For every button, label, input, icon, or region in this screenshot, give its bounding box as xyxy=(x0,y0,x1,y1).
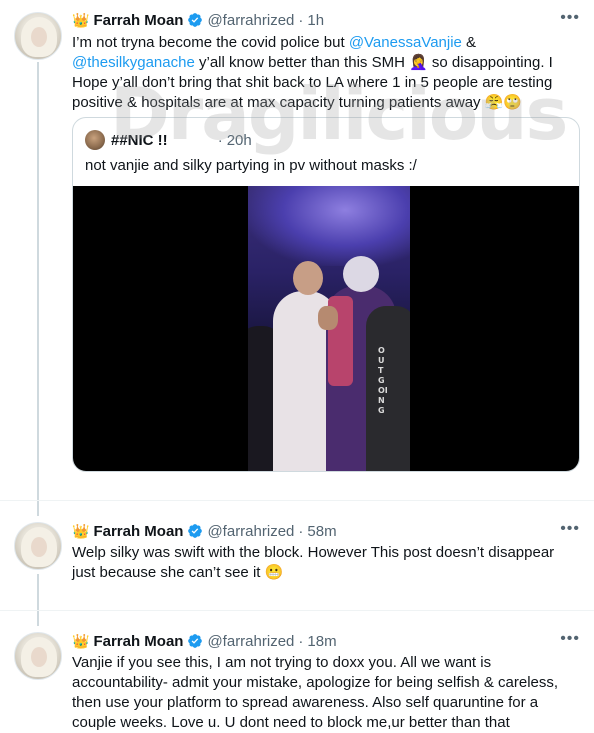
tweet-text: Vanjie if you see this, I am not trying … xyxy=(72,654,559,731)
handle[interactable]: @farrahrized xyxy=(207,523,294,540)
crown-icon: 👑 xyxy=(72,11,90,28)
crown-icon: 👑 xyxy=(72,522,90,539)
quoted-display-name: ##NIC !! xyxy=(111,131,168,149)
quoted-timestamp: 20h xyxy=(226,131,252,149)
avatar[interactable] xyxy=(14,632,62,680)
quoted-tweet-header: ##NIC !! · 20h xyxy=(85,130,252,150)
timestamp[interactable]: 1h xyxy=(307,12,324,29)
handle[interactable]: @farrahrized xyxy=(207,12,294,29)
tweet[interactable]: 👑 Farrah Moan @farrahrized · 18m ••• Van… xyxy=(0,610,594,733)
tweet-text: Welp silky was swift with the block. How… xyxy=(72,544,555,581)
tweet-header: 👑 Farrah Moan @farrahrized · 18m xyxy=(72,631,337,651)
quoted-tweet-text: not vanjie and silky partying in pv with… xyxy=(85,157,417,174)
avatar[interactable] xyxy=(14,522,62,570)
verified-icon xyxy=(188,524,203,538)
tweet[interactable]: 👑 Farrah Moan @farrahrized · 58m ••• Wel… xyxy=(0,500,594,610)
handle[interactable]: @farrahrized xyxy=(207,633,294,650)
video-frame: OUTGOING xyxy=(248,186,410,471)
separator-dot: · xyxy=(298,522,304,540)
video-player[interactable]: OUTGOING xyxy=(73,186,579,471)
avatar[interactable] xyxy=(14,12,62,60)
verified-icon xyxy=(188,13,203,27)
quoted-avatar xyxy=(85,130,105,150)
tweet-header: 👑 Farrah Moan @farrahrized · 58m xyxy=(72,521,337,541)
crown-icon: 👑 xyxy=(72,632,90,649)
verified-icon xyxy=(188,634,203,648)
timestamp[interactable]: 18m xyxy=(307,633,336,650)
quoted-tweet[interactable]: ##NIC !! · 20h not vanjie and silky part… xyxy=(72,117,580,472)
tweet-header: 👑 Farrah Moan @farrahrized · 1h xyxy=(72,10,324,30)
more-options-icon[interactable]: ••• xyxy=(560,520,580,538)
display-name[interactable]: Farrah Moan xyxy=(93,12,183,29)
more-options-icon[interactable]: ••• xyxy=(560,630,580,648)
display-name[interactable]: Farrah Moan xyxy=(93,523,183,540)
timestamp[interactable]: 58m xyxy=(307,523,336,540)
more-options-icon[interactable]: ••• xyxy=(560,9,580,27)
shirt-text: OUTGOING xyxy=(378,346,388,415)
display-name[interactable]: Farrah Moan xyxy=(93,633,183,650)
separator-dot: · xyxy=(298,11,304,29)
tweet[interactable]: 👑 Farrah Moan @farrahrized · 1h ••• I’m … xyxy=(0,0,594,500)
separator-dot: · xyxy=(217,131,223,149)
tweet-text: I’m not tryna become the covid police bu… xyxy=(72,34,553,111)
mention-link[interactable]: @thesilkyganache xyxy=(72,54,195,71)
separator-dot: · xyxy=(298,632,304,650)
mention-link[interactable]: @VanessaVanjie xyxy=(349,34,462,51)
